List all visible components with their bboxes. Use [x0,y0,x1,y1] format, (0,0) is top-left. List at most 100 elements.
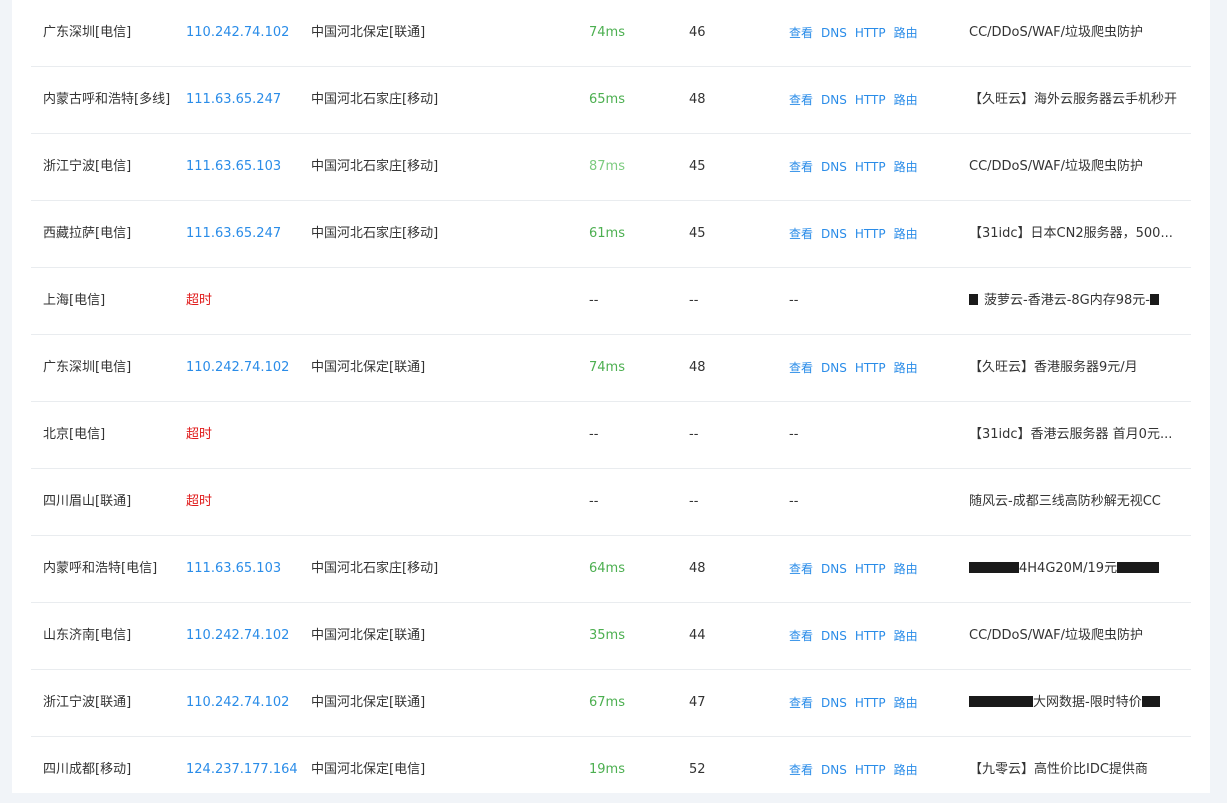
action-links: 查看 DNS HTTP 路由 [789,536,959,602]
redacted-block [1149,294,1159,305]
view-link[interactable]: 查看 [789,26,813,40]
action-links: -- [789,402,959,468]
http-link[interactable]: HTTP [855,26,886,40]
ad-link[interactable]: 菠萝云-香港云-8G内存98元- [969,268,1189,334]
route-link[interactable]: 路由 [894,361,918,375]
ttl-cell: 45 [689,159,706,174]
route-link[interactable]: 路由 [894,93,918,107]
location-cell: 浙江宁波[联通] [43,695,132,710]
ad-link[interactable]: 大网数据-限时特价 [969,670,1189,736]
location-cell: 广东深圳[电信] [43,25,132,40]
location-cell: 内蒙呼和浩特[电信] [43,561,158,576]
route-link[interactable]: 路由 [894,160,918,174]
ip-location-cell: 中国河北保定[电信] [311,762,426,777]
view-link[interactable]: 查看 [789,562,813,576]
ip-location-cell [311,268,571,334]
actions-placeholder: -- [789,494,799,509]
ttl-cell: 45 [689,226,706,241]
response-time-cell: 87ms [589,159,625,174]
ad-link[interactable]: 【久旺云】香港服务器9元/月 [969,335,1189,401]
route-link[interactable]: 路由 [894,26,918,40]
route-link[interactable]: 路由 [894,562,918,576]
location-cell: 广东深圳[电信] [43,360,132,375]
table-row: 西藏拉萨[电信] 111.63.65.247 中国河北石家庄[移动] 61ms … [31,201,1191,268]
http-link[interactable]: HTTP [855,227,886,241]
ip-location-cell: 中国河北石家庄[移动] [311,561,439,576]
response-time-cell: 61ms [589,226,625,241]
dns-link[interactable]: DNS [821,629,847,643]
ip-location-cell: 中国河北石家庄[移动] [311,159,439,174]
route-link[interactable]: 路由 [894,227,918,241]
dns-link[interactable]: DNS [821,160,847,174]
response-time-cell: 35ms [589,628,625,643]
http-link[interactable]: HTTP [855,160,886,174]
dns-link[interactable]: DNS [821,93,847,107]
http-link[interactable]: HTTP [855,763,886,777]
ip-location-cell [311,402,571,468]
view-link[interactable]: 查看 [789,227,813,241]
dns-link[interactable]: DNS [821,26,847,40]
ip-location-cell: 中国河北石家庄[移动] [311,226,439,241]
timeout-label: 超时 [186,494,213,509]
results-panel: 广东深圳[电信] 110.242.74.102 中国河北保定[联通] 74ms … [12,0,1210,793]
ttl-cell: 52 [689,762,706,777]
location-cell: 上海[电信] [43,293,106,308]
ttl-cell: 46 [689,25,706,40]
table-row: 上海[电信] 超时 -- -- -- 菠萝云-香港云-8G内存98元- [31,268,1191,335]
ip-link[interactable]: 110.242.74.102 [186,670,306,736]
dns-link[interactable]: DNS [821,696,847,710]
route-link[interactable]: 路由 [894,763,918,777]
response-time-cell: -- [589,293,599,308]
ad-link[interactable]: 【31idc】日本CN2服务器，500... [969,201,1189,267]
timeout-label: 超时 [186,427,213,442]
view-link[interactable]: 查看 [789,696,813,710]
ip-link[interactable]: 111.63.65.103 [186,134,306,200]
route-link[interactable]: 路由 [894,696,918,710]
ip-location-cell: 中国河北保定[联通] [311,360,426,375]
view-link[interactable]: 查看 [789,160,813,174]
location-cell: 西藏拉萨[电信] [43,226,132,241]
table-row: 浙江宁波[电信] 111.63.65.103 中国河北石家庄[移动] 87ms … [31,134,1191,201]
ip-link[interactable]: 110.242.74.102 [186,335,306,401]
ip-link[interactable]: 110.242.74.102 [186,603,306,669]
table-row: 山东济南[电信] 110.242.74.102 中国河北保定[联通] 35ms … [31,603,1191,670]
ad-link[interactable]: CC/DDoS/WAF/垃圾爬虫防护 [969,0,1189,66]
view-link[interactable]: 查看 [789,361,813,375]
dns-link[interactable]: DNS [821,227,847,241]
http-link[interactable]: HTTP [855,696,886,710]
response-time-cell: 74ms [589,360,625,375]
ip-link[interactable]: 111.63.65.103 [186,536,306,602]
ttl-cell: 48 [689,92,706,107]
ip-location-cell: 中国河北保定[联通] [311,695,426,710]
view-link[interactable]: 查看 [789,93,813,107]
table-row: 四川成都[移动] 124.237.177.164 中国河北保定[电信] 19ms… [31,737,1191,803]
http-link[interactable]: HTTP [855,629,886,643]
table-row: 广东深圳[电信] 110.242.74.102 中国河北保定[联通] 74ms … [31,335,1191,402]
route-link[interactable]: 路由 [894,629,918,643]
ad-text: 4H4G20M/19元 [1019,561,1118,576]
http-link[interactable]: HTTP [855,361,886,375]
ip-location-cell: 中国河北保定[联通] [311,628,426,643]
ad-link[interactable]: CC/DDoS/WAF/垃圾爬虫防护 [969,603,1189,669]
ip-link[interactable]: 110.242.74.102 [186,0,306,66]
ip-link[interactable]: 111.63.65.247 [186,67,306,133]
ad-link[interactable]: 【九零云】高性价比IDC提供商 [969,737,1189,803]
location-cell: 内蒙古呼和浩特[多线] [43,92,171,107]
dns-link[interactable]: DNS [821,562,847,576]
ad-link[interactable]: CC/DDoS/WAF/垃圾爬虫防护 [969,134,1189,200]
ip-link[interactable]: 124.237.177.164 [186,737,306,803]
table-row: 内蒙古呼和浩特[多线] 111.63.65.247 中国河北石家庄[移动] 65… [31,67,1191,134]
dns-link[interactable]: DNS [821,763,847,777]
location-cell: 四川眉山[联通] [43,494,132,509]
ad-link[interactable]: 【31idc】香港云服务器 首月0元... [969,402,1189,468]
ad-link[interactable]: 4H4G20M/19元 [969,536,1189,602]
http-link[interactable]: HTTP [855,562,886,576]
view-link[interactable]: 查看 [789,629,813,643]
action-links: 查看 DNS HTTP 路由 [789,201,959,267]
view-link[interactable]: 查看 [789,763,813,777]
http-link[interactable]: HTTP [855,93,886,107]
ad-link[interactable]: 【久旺云】海外云服务器云手机秒开 [969,67,1189,133]
dns-link[interactable]: DNS [821,361,847,375]
ad-link[interactable]: 随风云-成都三线高防秒解无视CC [969,469,1189,535]
ip-link[interactable]: 111.63.65.247 [186,201,306,267]
